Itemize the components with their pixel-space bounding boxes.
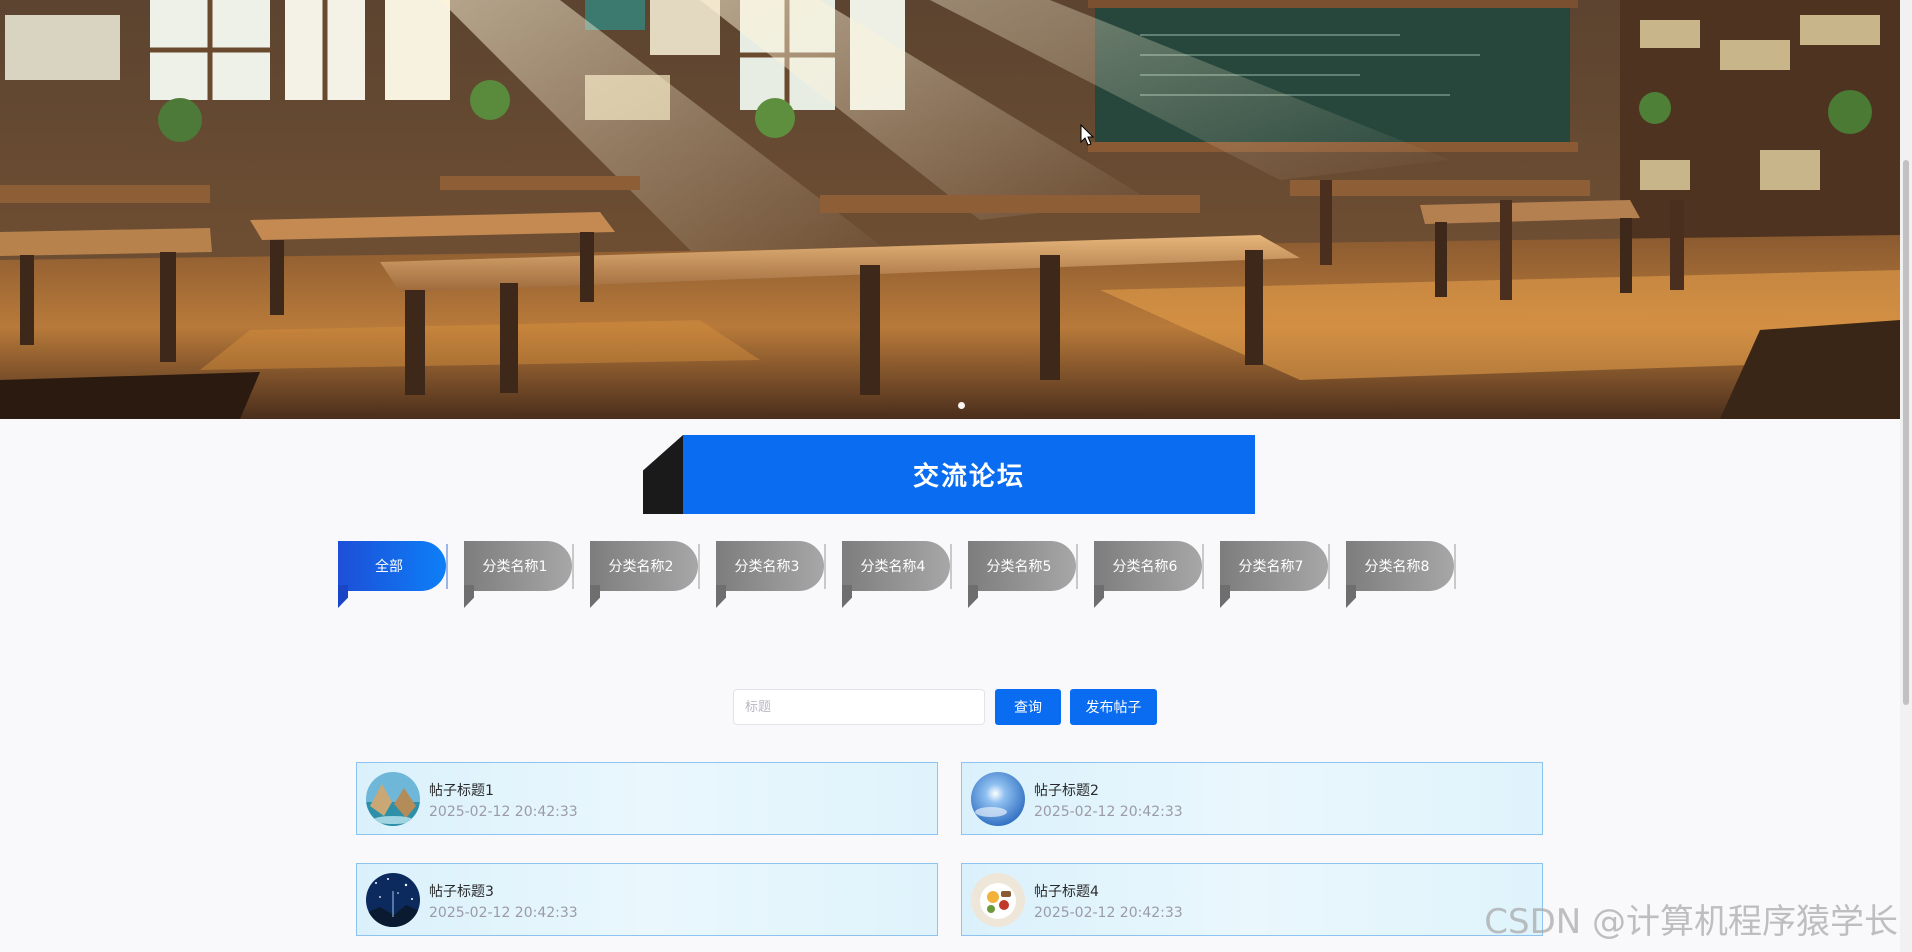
tab-category-5[interactable]: 分类名称5 [968, 541, 1094, 610]
tab-ribbon-tail [338, 585, 348, 608]
tab-category-1[interactable]: 分类名称1 [464, 541, 590, 610]
tab-label[interactable]: 全部 [338, 541, 446, 591]
post-timestamp: 2025-02-12 20:42:33 [429, 804, 578, 820]
blue-sky-thumbnail-icon [971, 772, 1025, 826]
scrollbar-thumb[interactable] [1903, 160, 1909, 705]
post-title: 帖子标题4 [1034, 884, 1099, 900]
section-title-block: 交流论坛 [643, 435, 1255, 514]
csdn-watermark: CSDN @计算机程序猿学长 [1484, 902, 1898, 942]
page-title: 交流论坛 [683, 435, 1255, 514]
banner-carousel[interactable] [0, 0, 1900, 419]
tab-ribbon-tail [842, 585, 852, 608]
tab-divider [950, 544, 952, 589]
tab-ribbon-tail [716, 585, 726, 608]
post-title: 帖子标题2 [1034, 783, 1099, 799]
tab-divider [1328, 544, 1330, 589]
tab-category-8[interactable]: 分类名称8 [1346, 541, 1472, 610]
tab-ribbon-tail [1094, 585, 1104, 608]
carousel-dot[interactable] [958, 402, 965, 409]
tab-ribbon-tail [1220, 585, 1230, 608]
tab-category-4[interactable]: 分类名称4 [842, 541, 968, 610]
tab-ribbon-tail [968, 585, 978, 608]
post-card[interactable]: 帖子标题2 2025-02-12 20:42:33 [961, 762, 1543, 835]
tab-ribbon-tail [590, 585, 600, 608]
search-button[interactable]: 查询 [995, 689, 1061, 725]
tab-label[interactable]: 分类名称1 [464, 541, 572, 591]
title-search-input[interactable] [733, 689, 985, 725]
post-card[interactable]: 帖子标题4 2025-02-12 20:42:33 [961, 863, 1543, 936]
post-timestamp: 2025-02-12 20:42:33 [1034, 905, 1183, 921]
tab-divider [1076, 544, 1078, 589]
tab-divider [824, 544, 826, 589]
tab-label[interactable]: 分类名称5 [968, 541, 1076, 591]
category-tabs: 全部 分类名称1 分类名称2 分类名称3 分类名称4 分类名称5 分类名称6 分类名称7 分类名… [338, 541, 1472, 610]
page-scrollbar[interactable] [1900, 0, 1912, 952]
post-avatar [971, 772, 1025, 826]
tab-divider [1202, 544, 1204, 589]
tab-label[interactable]: 分类名称7 [1220, 541, 1328, 591]
publish-post-button[interactable]: 发布帖子 [1070, 689, 1157, 725]
post-avatar [366, 772, 420, 826]
classroom-banner-image [0, 0, 1900, 419]
tab-divider [446, 544, 448, 589]
tab-ribbon-tail [1346, 585, 1356, 608]
post-card[interactable]: 帖子标题1 2025-02-12 20:42:33 [356, 762, 938, 835]
tab-divider [698, 544, 700, 589]
tab-category-6[interactable]: 分类名称6 [1094, 541, 1220, 610]
mouse-pointer-icon [1080, 124, 1094, 146]
tab-label[interactable]: 分类名称4 [842, 541, 950, 591]
post-avatar [366, 873, 420, 927]
tab-category-7[interactable]: 分类名称7 [1220, 541, 1346, 610]
tab-category-2[interactable]: 分类名称2 [590, 541, 716, 610]
tab-label[interactable]: 分类名称6 [1094, 541, 1202, 591]
seaside-cliff-thumbnail-icon [366, 772, 420, 826]
tab-label[interactable]: 分类名称2 [590, 541, 698, 591]
post-timestamp: 2025-02-12 20:42:33 [429, 905, 578, 921]
post-title: 帖子标题1 [429, 783, 494, 799]
title-fold-decoration [643, 435, 683, 514]
tab-label[interactable]: 分类名称3 [716, 541, 824, 591]
post-avatar [971, 873, 1025, 927]
tab-label[interactable]: 分类名称8 [1346, 541, 1454, 591]
tab-ribbon-tail [464, 585, 474, 608]
post-title: 帖子标题3 [429, 884, 494, 900]
tab-all[interactable]: 全部 [338, 541, 464, 610]
post-timestamp: 2025-02-12 20:42:33 [1034, 804, 1183, 820]
tab-category-3[interactable]: 分类名称3 [716, 541, 842, 610]
carousel-indicators [958, 402, 965, 409]
tab-divider [572, 544, 574, 589]
tab-divider [1454, 544, 1456, 589]
food-plate-thumbnail-icon [971, 873, 1025, 927]
post-card[interactable]: 帖子标题3 2025-02-12 20:42:33 [356, 863, 938, 936]
night-sky-thumbnail-icon [366, 873, 420, 927]
